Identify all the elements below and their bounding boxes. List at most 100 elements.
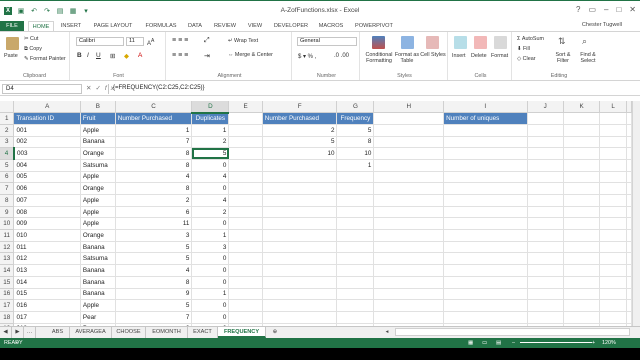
tab-powerpivot[interactable]: POWERPIVOT xyxy=(350,21,398,31)
column-header-k[interactable]: K xyxy=(563,101,601,114)
orientation-icon[interactable]: ⤢ xyxy=(204,37,210,45)
sort-filter-button[interactable]: Sort & Filter xyxy=(552,52,574,64)
cell-e9[interactable] xyxy=(228,206,263,219)
merge-center-button[interactable]: ⇔ Merge & Center xyxy=(228,52,273,58)
cell-d14[interactable]: 0 xyxy=(191,264,230,277)
cell-j7[interactable] xyxy=(527,182,564,195)
cell-c14[interactable]: 4 xyxy=(115,264,193,277)
cell-i14[interactable] xyxy=(443,264,528,277)
cell-blank[interactable] xyxy=(626,311,632,324)
cell-g16[interactable] xyxy=(336,288,375,301)
cell-i9[interactable] xyxy=(443,206,528,219)
cell-k10[interactable] xyxy=(563,217,601,231)
cell-e3[interactable] xyxy=(228,136,263,149)
cell-a8[interactable]: 007 xyxy=(13,194,81,207)
grow-font-icon[interactable]: AA xyxy=(147,38,154,47)
cell-a15[interactable]: 014 xyxy=(13,276,81,289)
column-header-d[interactable]: D xyxy=(191,101,230,114)
column-header-l[interactable]: L xyxy=(599,101,627,114)
cell-i6[interactable] xyxy=(443,171,528,184)
cell-k11[interactable] xyxy=(563,229,601,242)
sheet-tab-choose[interactable]: CHOOSE xyxy=(112,327,146,338)
cell-a9[interactable]: 008 xyxy=(13,206,81,219)
cell-i4[interactable] xyxy=(443,147,528,160)
cell-k6[interactable] xyxy=(563,171,601,184)
cut-button[interactable]: ✂ Cut xyxy=(24,36,38,42)
cell-l8[interactable] xyxy=(599,194,627,207)
cell-f10[interactable] xyxy=(262,217,338,231)
decimal-icons[interactable]: .0 .00 xyxy=(334,53,349,59)
cell-k8[interactable] xyxy=(563,194,601,207)
row-header[interactable]: 5 xyxy=(0,159,15,172)
ribbon-display-icon[interactable]: ▭ xyxy=(588,5,596,14)
row-header[interactable]: 9 xyxy=(0,206,15,219)
cell-blank[interactable] xyxy=(626,299,632,312)
scroll-left-icon[interactable]: ◂ xyxy=(382,327,392,338)
tab-formulas[interactable]: FORMULAS xyxy=(142,21,180,31)
cell-g13[interactable] xyxy=(336,252,375,266)
autosum-button[interactable]: Σ AutoSum xyxy=(517,36,544,42)
cell-f3[interactable]: 5 xyxy=(262,136,338,149)
column-header-a[interactable]: A xyxy=(13,101,81,114)
row-header[interactable]: 1 xyxy=(0,112,15,125)
cell-i5[interactable] xyxy=(443,159,528,172)
row-header[interactable]: 17 xyxy=(0,299,15,312)
cell-i18[interactable] xyxy=(443,311,528,324)
cell-c12[interactable]: 5 xyxy=(115,241,193,254)
cell-a7[interactable]: 006 xyxy=(13,182,81,195)
cell-blank[interactable] xyxy=(626,206,632,219)
cell-j8[interactable] xyxy=(527,194,564,207)
sheet-tab-frequency[interactable]: FREQUENCY xyxy=(218,327,266,338)
cell-b10[interactable]: Apple xyxy=(80,217,116,231)
cell-e5[interactable] xyxy=(228,159,263,172)
cell-c9[interactable]: 6 xyxy=(115,206,193,219)
row-header[interactable]: 2 xyxy=(0,124,15,137)
underline-icon[interactable]: U xyxy=(96,52,101,59)
cell-f13[interactable] xyxy=(262,252,338,266)
cell-blank[interactable] xyxy=(626,182,632,195)
cell-b4[interactable]: Orange xyxy=(80,147,116,160)
cell-a13[interactable]: 012 xyxy=(13,252,81,266)
cell-c3[interactable]: 7 xyxy=(115,136,193,149)
cell-f14[interactable] xyxy=(262,264,338,277)
cell-c4[interactable]: 8 xyxy=(115,147,193,160)
cell-f2[interactable]: 2 xyxy=(262,124,338,137)
cell-l9[interactable] xyxy=(599,206,627,219)
cell-d2[interactable]: 1 xyxy=(191,124,230,137)
cell-i10[interactable] xyxy=(443,217,528,231)
cell-f7[interactable] xyxy=(262,182,338,195)
format-cells-button[interactable]: Format xyxy=(491,53,508,59)
maximize-icon[interactable]: □ xyxy=(616,5,621,14)
cell-l14[interactable] xyxy=(599,264,627,277)
cell-k12[interactable] xyxy=(563,241,601,254)
cell-d1[interactable]: Duplicates xyxy=(191,112,230,125)
column-header-c[interactable]: C xyxy=(115,101,193,114)
cell-e14[interactable] xyxy=(228,264,263,277)
tab-data[interactable]: DATA xyxy=(184,21,206,31)
currency-icon[interactable]: $ ▾ % , xyxy=(298,53,316,60)
cell-a18[interactable]: 017 xyxy=(13,311,81,324)
cell-a16[interactable]: 015 xyxy=(13,288,81,301)
zoom-level[interactable]: 120% xyxy=(602,338,616,348)
cell-h9[interactable] xyxy=(373,206,445,219)
cell-c16[interactable]: 9 xyxy=(115,288,193,301)
cell-blank[interactable] xyxy=(626,171,632,184)
cell-d15[interactable]: 0 xyxy=(191,276,230,289)
column-header-e[interactable]: E xyxy=(228,101,263,114)
cell-k5[interactable] xyxy=(563,159,601,172)
minimize-icon[interactable]: – xyxy=(604,5,608,14)
cell-l3[interactable] xyxy=(599,136,627,149)
cell-e10[interactable] xyxy=(228,217,263,231)
cell-h10[interactable] xyxy=(373,217,445,231)
cell-blank[interactable] xyxy=(626,124,632,137)
next-sheet-icon[interactable]: ▶ xyxy=(12,327,24,338)
cell-j17[interactable] xyxy=(527,299,564,312)
cell-e16[interactable] xyxy=(228,288,263,301)
cell-d3[interactable]: 2 xyxy=(191,136,230,149)
cell-k13[interactable] xyxy=(563,252,601,266)
cell-k16[interactable] xyxy=(563,288,601,301)
cell-e7[interactable] xyxy=(228,182,263,195)
tab-insert[interactable]: INSERT xyxy=(58,21,84,31)
enter-icon[interactable]: ✓ xyxy=(95,85,104,92)
zoom-slider[interactable] xyxy=(520,342,592,343)
